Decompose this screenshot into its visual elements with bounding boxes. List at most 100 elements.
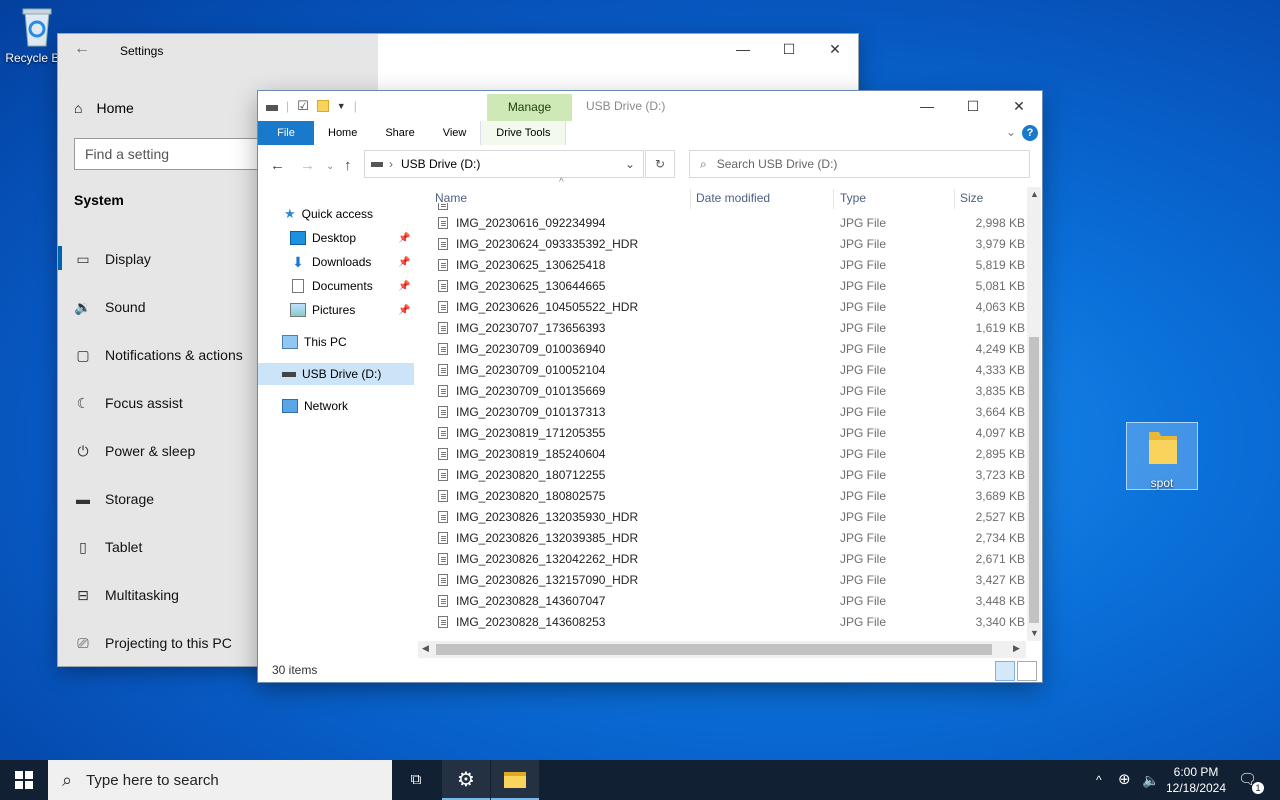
table-row[interactable]: IMG_20230826_132035930_HDR JPG File 2,527 … [428, 507, 1026, 528]
nav-this-pc[interactable]: This PC [282, 331, 347, 353]
drive-icon [371, 161, 383, 167]
nav-desktop[interactable]: Desktop 📌 [290, 227, 416, 249]
maximize-icon[interactable]: ☐ [950, 91, 996, 121]
minimize-icon[interactable]: — [720, 34, 766, 64]
start-windows-icon[interactable] [0, 760, 48, 800]
table-row[interactable]: IMG_20230828_143607047 JPG File 3,448 KB [428, 591, 1026, 612]
tab-share[interactable]: Share [371, 121, 428, 145]
taskbar-search-input[interactable]: ⌕ Type here to search [48, 760, 392, 800]
settings-item-storage[interactable]: ▬ Storage [74, 485, 154, 513]
properties-icon[interactable]: ☑ [297, 98, 309, 114]
table-row[interactable]: IMG_20230625_130625418 JPG File 5,819 KB [428, 255, 1026, 276]
folder-spot[interactable]: spot [1126, 422, 1198, 490]
tab-drive-tools[interactable]: Drive Tools [480, 121, 567, 145]
scroll-right-icon[interactable]: ▶ [1013, 643, 1020, 654]
table-row[interactable]: IMG_20230709_010052104 JPG File 4,333 KB [428, 360, 1026, 381]
address-bar[interactable]: › USB Drive (D:) ⌄ [364, 150, 644, 178]
expand-ribbon-icon[interactable]: ⌄ [1006, 125, 1016, 139]
table-row[interactable]: IMG_20230828_143608253 JPG File 3,340 KB [428, 612, 1026, 633]
up-arrow-icon[interactable]: ↑ [344, 157, 352, 174]
scroll-left-icon[interactable]: ◀ [422, 643, 429, 654]
table-row[interactable]: IMG_20230626_104505522_HDR JPG File 4,063 … [428, 297, 1026, 318]
pin-icon[interactable]: 📌 [398, 305, 410, 316]
search-input[interactable]: ⌕ Search USB Drive (D:) [689, 150, 1030, 178]
settings-item-projecting-to-this-pc[interactable]: ⎚ Projecting to this PC [74, 629, 231, 657]
nav-quick-access-label: Quick access [301, 207, 374, 221]
close-icon[interactable]: ✕ [812, 34, 858, 64]
settings-item-label: Storage [105, 491, 155, 507]
settings-item-notifications-actions[interactable]: ▢ Notifications & actions [74, 341, 242, 369]
pin-icon[interactable]: 📌 [398, 233, 410, 244]
settings-item-display[interactable]: ▭ Display [74, 245, 151, 273]
table-row[interactable]: IMG_20230709_010137313 JPG File 3,664 KB [428, 402, 1026, 423]
tab-home[interactable]: Home [314, 121, 371, 145]
tab-file[interactable]: File [258, 121, 314, 145]
nav-quick-access[interactable]: ★ Quick access [284, 203, 373, 225]
horizontal-scroll-thumb[interactable] [436, 644, 992, 655]
image-file-icon [438, 427, 448, 439]
nav-pictures[interactable]: Pictures 📌 [290, 299, 416, 321]
tab-view[interactable]: View [429, 121, 481, 145]
settings-item-multitasking[interactable]: ⊟ Multitasking [74, 581, 179, 609]
table-row[interactable]: IMG_20230820_180712255 JPG File 3,723 KB [428, 465, 1026, 486]
settings-gear-icon[interactable]: ⚙ [442, 760, 490, 800]
close-icon[interactable]: ✕ [996, 91, 1042, 121]
large-icons-view-icon[interactable] [1017, 661, 1037, 681]
nav-documents-label: Documents [312, 279, 373, 293]
table-row[interactable]: IMG_20230826_132157090_HDR JPG File 3,427 … [428, 570, 1026, 591]
address-dropdown-icon[interactable]: ⌄ [625, 157, 635, 171]
table-row[interactable]: IMG_20230624_093335392_HDR JPG File 3,979 … [428, 234, 1026, 255]
table-row[interactable]: IMG_20230826_132039385_HDR JPG File 2,734 … [428, 528, 1026, 549]
details-view-icon[interactable] [995, 661, 1015, 681]
table-row[interactable]: IMG_20230820_180802575 JPG File 3,689 KB [428, 486, 1026, 507]
back-arrow-icon[interactable]: ← [270, 157, 285, 174]
nav-documents[interactable]: Documents 📌 [290, 275, 416, 297]
network-globe-icon[interactable]: ⊕ [1118, 760, 1131, 800]
pin-icon[interactable]: 📌 [398, 281, 410, 292]
back-arrow-icon[interactable]: ← [74, 40, 90, 58]
qat-dropdown-icon[interactable]: ▼ [337, 101, 346, 111]
table-row[interactable]: IMG_20230709_010036940 JPG File 4,249 KB [428, 339, 1026, 360]
settings-item-label: Display [105, 251, 151, 267]
download-arrow-icon: ⬇ [292, 253, 304, 270]
refresh-icon[interactable]: ↻ [645, 150, 675, 178]
table-row[interactable]: IMG_20230625_130644665 JPG File 5,081 KB [428, 276, 1026, 297]
settings-item-power-sleep[interactable]: ⏻ Power & sleep [74, 437, 195, 465]
new-folder-icon[interactable] [316, 100, 329, 112]
scroll-up-icon[interactable]: ▲ [1030, 189, 1039, 199]
show-hidden-icons-icon[interactable]: ^ [1096, 760, 1102, 800]
manage-context-tab[interactable]: Manage [487, 94, 572, 121]
drive-icon [266, 105, 278, 111]
vertical-scroll-thumb[interactable] [1029, 337, 1039, 623]
nav-downloads[interactable]: ⬇ Downloads 📌 [290, 251, 416, 273]
nav-network[interactable]: Network [282, 395, 348, 417]
recent-locations-icon[interactable]: ⌄ [326, 161, 334, 172]
settings-item-tablet[interactable]: ▯ Tablet [74, 533, 142, 561]
forward-arrow-icon[interactable]: → [300, 157, 315, 174]
file-explorer-taskbar-icon[interactable] [491, 760, 539, 800]
pin-icon[interactable]: 📌 [398, 257, 410, 268]
settings-item-focus-assist[interactable]: ☾ Focus assist [74, 389, 183, 417]
table-row[interactable]: IMG_20230616_092234994 JPG File 2,998 KB [428, 213, 1026, 234]
action-center-icon[interactable]: 🗨 [1238, 760, 1257, 800]
table-row[interactable]: IMG_20230709_010135669 JPG File 3,835 KB [428, 381, 1026, 402]
table-row[interactable]: IMG_20230819_171205355 JPG File 4,097 KB [428, 423, 1026, 444]
minimize-icon[interactable]: — [904, 91, 950, 121]
volume-muted-icon[interactable]: 🔈 [1142, 760, 1159, 800]
file-explorer-window[interactable]: | ☑ ▼ | Manage USB Drive (D:) — ☐ ✕ File… [258, 91, 1042, 682]
table-row[interactable]: IMG_20230826_132042262_HDR JPG File 2,671 … [428, 549, 1026, 570]
task-view-icon[interactable]: ⧉ [392, 760, 440, 800]
maximize-icon[interactable]: ☐ [766, 34, 812, 64]
breadcrumb-chevron-icon[interactable]: › [389, 157, 393, 171]
file-type: JPG File [840, 384, 887, 398]
nav-usb-drive[interactable]: USB Drive (D:) [258, 363, 414, 385]
table-row[interactable]: IMG_20230819_185240604 JPG File 2,895 KB [428, 444, 1026, 465]
table-row[interactable]: IMG_20230707_173656393 JPG File 1,619 KB [428, 318, 1026, 339]
clock[interactable]: 6:00 PM 12/18/2024 [1160, 764, 1232, 796]
help-icon[interactable]: ? [1022, 125, 1038, 141]
settings-home[interactable]: ⌂ Home [74, 96, 134, 120]
settings-item-label: Sound [105, 299, 146, 315]
navigation-pane: ★ Quick access Desktop 📌 ⬇ Downloads 📌 D… [258, 199, 416, 639]
settings-item-sound[interactable]: 🔉 Sound [74, 293, 145, 321]
scroll-down-icon[interactable]: ▼ [1030, 628, 1039, 638]
